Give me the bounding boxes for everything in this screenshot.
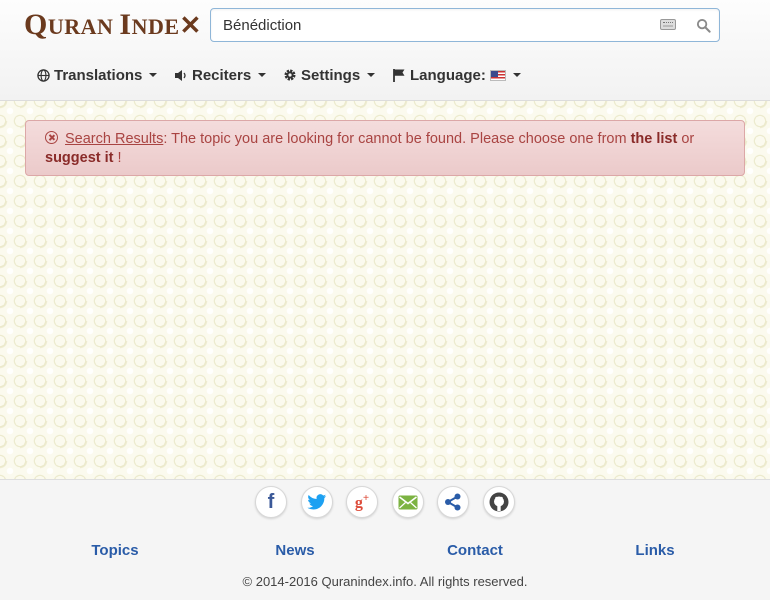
facebook-button[interactable]: f (255, 486, 287, 518)
footer-link-news[interactable]: News (245, 542, 345, 559)
suggest-topic-link[interactable]: suggest it (45, 150, 113, 166)
chevron-down-icon (149, 73, 158, 77)
search-input[interactable] (211, 9, 651, 41)
google-plus-button[interactable]: g+ (346, 486, 378, 518)
nav-reciters-label: Reciters (192, 66, 252, 84)
nav-settings[interactable]: Settings (283, 64, 376, 86)
facebook-icon: f (267, 490, 275, 513)
email-button[interactable] (392, 486, 424, 518)
site-logo[interactable]: Quran Inde✕ (24, 8, 202, 42)
google-plus-icon: g+ (354, 491, 370, 512)
chevron-down-icon (258, 73, 267, 77)
search-icon (696, 18, 711, 33)
nav-language-label: Language: (410, 66, 486, 84)
keyboard-icon[interactable] (660, 19, 676, 30)
header: Quran Inde✕ Translations Reciters (0, 0, 770, 101)
footer-link-topics[interactable]: Topics (65, 542, 165, 559)
footer: f g+ Topics News Contact Links © 2014-20… (0, 479, 770, 600)
error-icon (45, 131, 58, 144)
search-box (210, 8, 720, 42)
speaker-icon (175, 69, 186, 81)
gear-icon (284, 69, 296, 81)
twitter-icon (307, 493, 327, 509)
main-content: Search Results: The topic you are lookin… (0, 101, 770, 479)
footer-link-contact[interactable]: Contact (425, 542, 525, 559)
topic-list-link[interactable]: the list (631, 131, 678, 147)
search-button[interactable] (686, 9, 720, 41)
search-results-link[interactable]: Search Results (65, 131, 163, 147)
alert-or-text: or (677, 131, 695, 147)
share-button[interactable] (437, 486, 469, 518)
copyright-text: © 2014-2016 Quranindex.info. All rights … (242, 574, 528, 589)
us-flag-icon (489, 69, 506, 81)
github-button[interactable] (483, 486, 515, 518)
nav-translations-label: Translations (54, 66, 143, 84)
error-alert: Search Results: The topic you are lookin… (25, 120, 745, 176)
flag-icon (393, 69, 405, 82)
chevron-down-icon (367, 73, 376, 77)
chevron-down-icon (512, 73, 521, 77)
globe-icon (37, 68, 50, 82)
nav-language[interactable]: Language: (392, 64, 521, 86)
nav-translations[interactable]: Translations (37, 64, 158, 86)
alert-end-text: ! (113, 150, 122, 166)
footer-link-links[interactable]: Links (605, 542, 705, 559)
nav-reciters[interactable]: Reciters (174, 64, 267, 86)
twitter-button[interactable] (301, 486, 333, 518)
share-icon (445, 493, 461, 511)
envelope-icon (398, 495, 418, 509)
alert-message: : The topic you are looking for cannot b… (163, 131, 631, 147)
github-icon (489, 492, 509, 512)
nav-settings-label: Settings (301, 66, 361, 84)
